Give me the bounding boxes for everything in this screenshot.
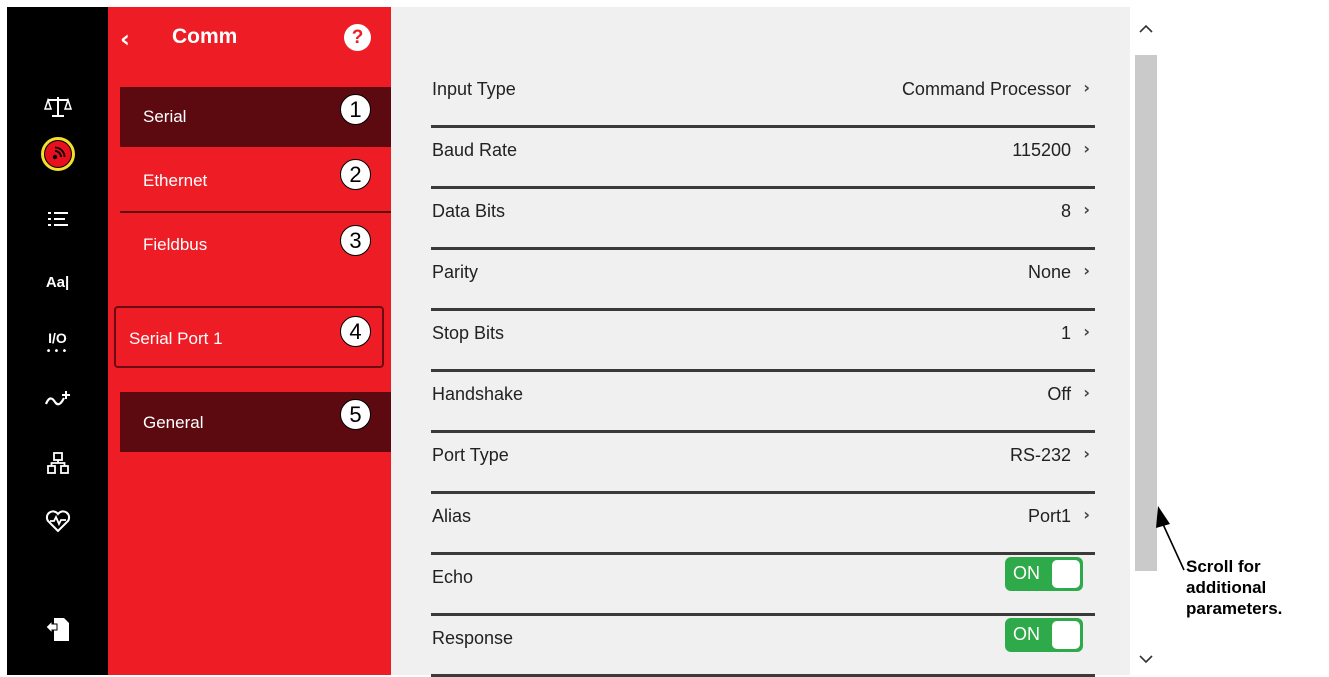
callout-number: 3 — [340, 225, 371, 256]
nav-item-label: Ethernet — [143, 171, 208, 190]
io-icon[interactable]: I/O ••• — [7, 325, 108, 365]
scroll-down-icon[interactable] — [1135, 652, 1157, 674]
setting-row-handshake[interactable]: Handshake Off › — [431, 370, 1095, 433]
nav-item-serial-port-1[interactable]: Serial Port 1 4 — [114, 306, 384, 368]
setting-value: 1 — [1060, 323, 1071, 343]
nav-item-label: Serial Port 1 — [129, 329, 223, 348]
callout-number: 5 — [340, 399, 371, 430]
io-icon-label: I/O — [48, 330, 67, 346]
export-icon[interactable] — [7, 609, 108, 649]
nav-item-general[interactable]: General 5 — [120, 392, 391, 452]
nav-item-label: Fieldbus — [143, 235, 208, 254]
callout-number: 4 — [340, 316, 371, 347]
setting-label: Stop Bits — [432, 323, 505, 343]
response-toggle[interactable]: ON — [1005, 618, 1083, 652]
setting-label: Port Type — [432, 445, 509, 465]
setting-value: Port1 — [1027, 506, 1071, 526]
scroll-callout: Scroll for additional parameters. — [1186, 556, 1282, 619]
setting-row-echo: Echo ON — [431, 553, 1095, 616]
setting-label: Data Bits — [432, 201, 506, 221]
setting-row-alias[interactable]: Alias Port1 › — [431, 492, 1095, 555]
toggle-state: ON — [1013, 563, 1040, 583]
setting-value: 8 — [1060, 201, 1071, 221]
help-icon[interactable]: ? — [344, 24, 371, 51]
setting-label: Handshake — [432, 384, 524, 404]
hierarchy-icon[interactable] — [7, 443, 108, 483]
setting-label: Echo — [432, 567, 474, 587]
settings-panel: Input Type Command Processor › Baud Rate… — [391, 7, 1130, 677]
nav-item-label: Serial — [143, 107, 187, 126]
chevron-right-icon: › — [1083, 444, 1090, 463]
icon-rail: Aa| I/O ••• — [7, 7, 108, 675]
chevron-right-icon: › — [1083, 383, 1090, 402]
panel-header: ‹ Comm ? — [108, 7, 391, 69]
callout-line: additional — [1186, 578, 1267, 597]
setting-value: None — [1027, 262, 1071, 282]
comm-panel: ‹ Comm ? Serial 1 Ethernet 2 Fieldbus 3 … — [108, 7, 391, 675]
chevron-right-icon: › — [1083, 200, 1090, 219]
scrollbar-thumb[interactable] — [1135, 55, 1157, 571]
page-title: Comm — [172, 25, 238, 48]
callout-number: 2 — [340, 159, 371, 190]
setting-label: Response — [432, 628, 514, 648]
nav-item-ethernet[interactable]: Ethernet 2 — [120, 153, 391, 213]
scroll-up-icon[interactable] — [1135, 22, 1157, 44]
setting-row-response: Response ON — [431, 614, 1095, 677]
setting-value: Command Processor — [901, 79, 1071, 99]
setting-label: Input Type — [432, 79, 516, 99]
chevron-right-icon: › — [1083, 322, 1090, 341]
list-icon[interactable] — [7, 199, 108, 239]
nav-item-label: General — [143, 413, 204, 432]
health-icon[interactable] — [7, 501, 108, 541]
text-icon-label: Aa| — [45, 273, 70, 291]
setting-label: Baud Rate — [432, 140, 518, 160]
setting-value: RS-232 — [1009, 445, 1071, 465]
back-icon[interactable]: ‹ — [120, 24, 150, 54]
nav-item-fieldbus[interactable]: Fieldbus 3 — [120, 215, 391, 275]
chevron-right-icon: › — [1083, 505, 1090, 524]
setting-label: Parity — [432, 262, 479, 282]
nav-item-serial[interactable]: Serial 1 — [120, 87, 391, 147]
setting-label: Alias — [432, 506, 472, 526]
callout-number: 1 — [340, 94, 371, 125]
setting-row-parity[interactable]: Parity None › — [431, 248, 1095, 311]
setting-row-data-bits[interactable]: Data Bits 8 › — [431, 187, 1095, 250]
chevron-right-icon: › — [1083, 261, 1090, 280]
echo-toggle[interactable]: ON — [1005, 557, 1083, 591]
toggle-knob — [1052, 560, 1080, 588]
callout-arrow-icon — [1156, 506, 1185, 571]
setting-row-port-type[interactable]: Port Type RS-232 › — [431, 431, 1095, 494]
scale-icon[interactable] — [7, 87, 108, 127]
chevron-right-icon: › — [1083, 78, 1090, 97]
flow-icon[interactable] — [7, 379, 108, 419]
text-icon[interactable]: Aa| — [7, 262, 108, 302]
setting-row-input-type[interactable]: Input Type Command Processor › — [431, 65, 1095, 128]
setting-value: Off — [1047, 384, 1071, 404]
callout-line: parameters. — [1186, 599, 1283, 618]
chevron-right-icon: › — [1083, 139, 1090, 158]
setting-row-stop-bits[interactable]: Stop Bits 1 › — [431, 309, 1095, 372]
highlight-ring — [40, 137, 75, 171]
callout-line: Scroll for — [1186, 557, 1261, 576]
toggle-state: ON — [1013, 624, 1040, 644]
setting-row-baud-rate[interactable]: Baud Rate 115200 › — [431, 126, 1095, 189]
comm-icon[interactable] — [7, 134, 108, 174]
setting-value: 115200 — [1012, 140, 1071, 160]
toggle-knob — [1052, 621, 1080, 649]
